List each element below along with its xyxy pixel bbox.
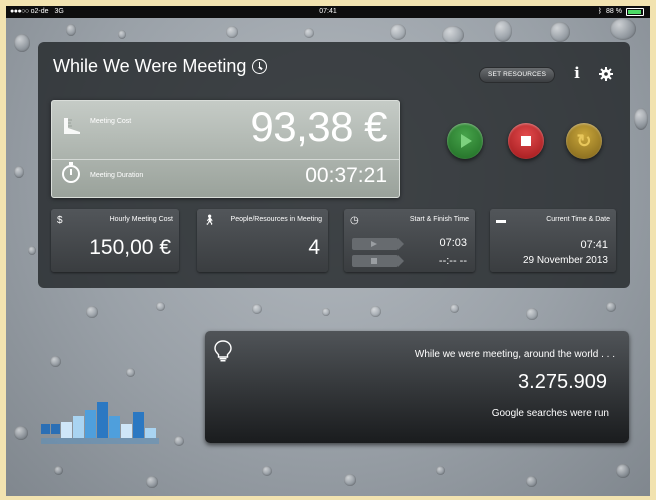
- wallpaper-drop: [344, 474, 356, 486]
- wallpaper-drop: [14, 426, 28, 440]
- wallpaper-drop: [262, 466, 272, 476]
- wallpaper-drop: [156, 302, 165, 311]
- restart-icon: ↻: [576, 131, 592, 151]
- people-card[interactable]: 🚶︎ People/Resources in Meeting 4: [197, 209, 328, 272]
- world-stat-value: 3.275.909: [518, 371, 607, 393]
- start-indicator: [352, 238, 404, 250]
- play-button[interactable]: [447, 123, 483, 159]
- play-icon: [461, 134, 472, 148]
- wallpaper-drop: [526, 308, 538, 320]
- status-time: 07:41: [319, 8, 337, 15]
- wallpaper-drop: [436, 466, 445, 475]
- current-time-label: Current Time & Date: [546, 216, 610, 223]
- world-stats-panel[interactable]: While we were meeting, around the world …: [205, 331, 629, 443]
- wallpaper-drop: [50, 356, 61, 367]
- world-intro-text: While we were meeting, around the world …: [414, 349, 615, 360]
- meeting-cost-value: 93,38 €: [250, 103, 387, 150]
- bluetooth-icon: ᛒ: [597, 8, 603, 15]
- calendar-icon: ▬: [496, 215, 506, 226]
- app-logo: [41, 402, 159, 444]
- start-finish-card[interactable]: ◷ Start & Finish Time 07:03 --:-- --: [344, 209, 475, 272]
- finish-indicator: [352, 255, 404, 267]
- people-label: People/Resources in Meeting: [230, 216, 322, 223]
- dollar-icon: $: [57, 215, 63, 226]
- wallpaper-drop: [494, 20, 512, 42]
- battery-icon: [626, 8, 644, 16]
- ipad-screen: ●●●○○ o2-de 3G 07:41 ᛒ 88 % While We Wer…: [6, 6, 650, 496]
- wallpaper-drop: [390, 24, 406, 40]
- wallpaper-drop: [304, 28, 314, 38]
- world-stat-caption: Google searches were run: [491, 408, 609, 419]
- app-title-text: While We Were Meeting: [53, 56, 247, 76]
- stop-button[interactable]: [508, 123, 544, 159]
- hourly-cost-label: Hourly Meeting Cost: [109, 216, 173, 223]
- clock-icon: ◷: [350, 215, 359, 226]
- wallpaper-drop: [226, 26, 238, 38]
- info-icon[interactable]: i: [570, 66, 584, 81]
- wallpaper-drop: [174, 436, 184, 446]
- wallpaper-drop: [450, 304, 459, 313]
- meeting-cost-label: Meeting Cost: [90, 118, 132, 125]
- people-value: 4: [308, 236, 320, 259]
- wallpaper-drop: [86, 306, 98, 318]
- hourly-cost-value: 150,00 €: [89, 236, 171, 259]
- wallpaper-drop: [54, 466, 63, 475]
- divider: [52, 159, 399, 160]
- wallpaper-drop: [606, 302, 616, 312]
- hourly-cost-card[interactable]: $ Hourly Meeting Cost 150,00 €: [51, 209, 179, 272]
- app-title: While We Were Meeting: [53, 56, 268, 77]
- stop-icon: [521, 136, 531, 146]
- wallpaper-drop: [370, 306, 381, 317]
- wallpaper-drop: [610, 18, 636, 40]
- start-time-value: 07:03: [439, 237, 467, 249]
- set-resources-button[interactable]: SET RESOURCES: [479, 67, 556, 83]
- battery-percent: 88 %: [606, 8, 622, 15]
- lightbulb-icon: [214, 340, 232, 362]
- wallpaper-drop: [146, 476, 158, 488]
- current-date-value: 29 November 2013: [522, 255, 608, 266]
- restart-button[interactable]: ↻: [566, 123, 602, 159]
- wallpaper-drop: [14, 34, 30, 52]
- stop-icon: [371, 258, 377, 264]
- meeting-duration-value: 00:37:21: [305, 164, 387, 187]
- status-right: ᛒ 88 %: [598, 6, 644, 18]
- main-panel: While We Were Meeting SET RESOURCES i Me…: [38, 42, 630, 288]
- wallpaper-drop: [616, 464, 630, 478]
- current-time-value: 07:41: [580, 239, 608, 251]
- stopwatch-icon: [62, 162, 80, 183]
- wallpaper-drop: [322, 308, 330, 316]
- wallpaper-drop: [66, 24, 76, 36]
- play-icon: [371, 241, 377, 247]
- wallpaper-drop: [252, 304, 262, 314]
- wallpaper-drop: [126, 368, 135, 377]
- meeting-cost-card: Meeting Cost 93,38 € Meeting Duration 00…: [51, 100, 400, 198]
- wallpaper-drop: [526, 476, 537, 487]
- wallpaper-drop: [634, 108, 648, 130]
- clock-icon: [252, 59, 268, 74]
- ruler-icon: [64, 118, 80, 134]
- walking-person-icon: 🚶︎: [203, 215, 216, 226]
- wallpaper-drop: [28, 246, 36, 255]
- gear-icon[interactable]: [599, 67, 613, 81]
- wallpaper-drop: [118, 30, 126, 39]
- wallpaper-drop: [14, 166, 24, 178]
- status-bar: ●●●○○ o2-de 3G 07:41 ᛒ 88 %: [6, 6, 650, 18]
- current-time-card[interactable]: ▬ Current Time & Date 07:41 29 November …: [490, 209, 616, 272]
- wallpaper-drop: [550, 22, 570, 42]
- meeting-duration-label: Meeting Duration: [90, 172, 144, 179]
- start-finish-label: Start & Finish Time: [409, 216, 469, 223]
- finish-time-value: --:-- --: [438, 255, 467, 267]
